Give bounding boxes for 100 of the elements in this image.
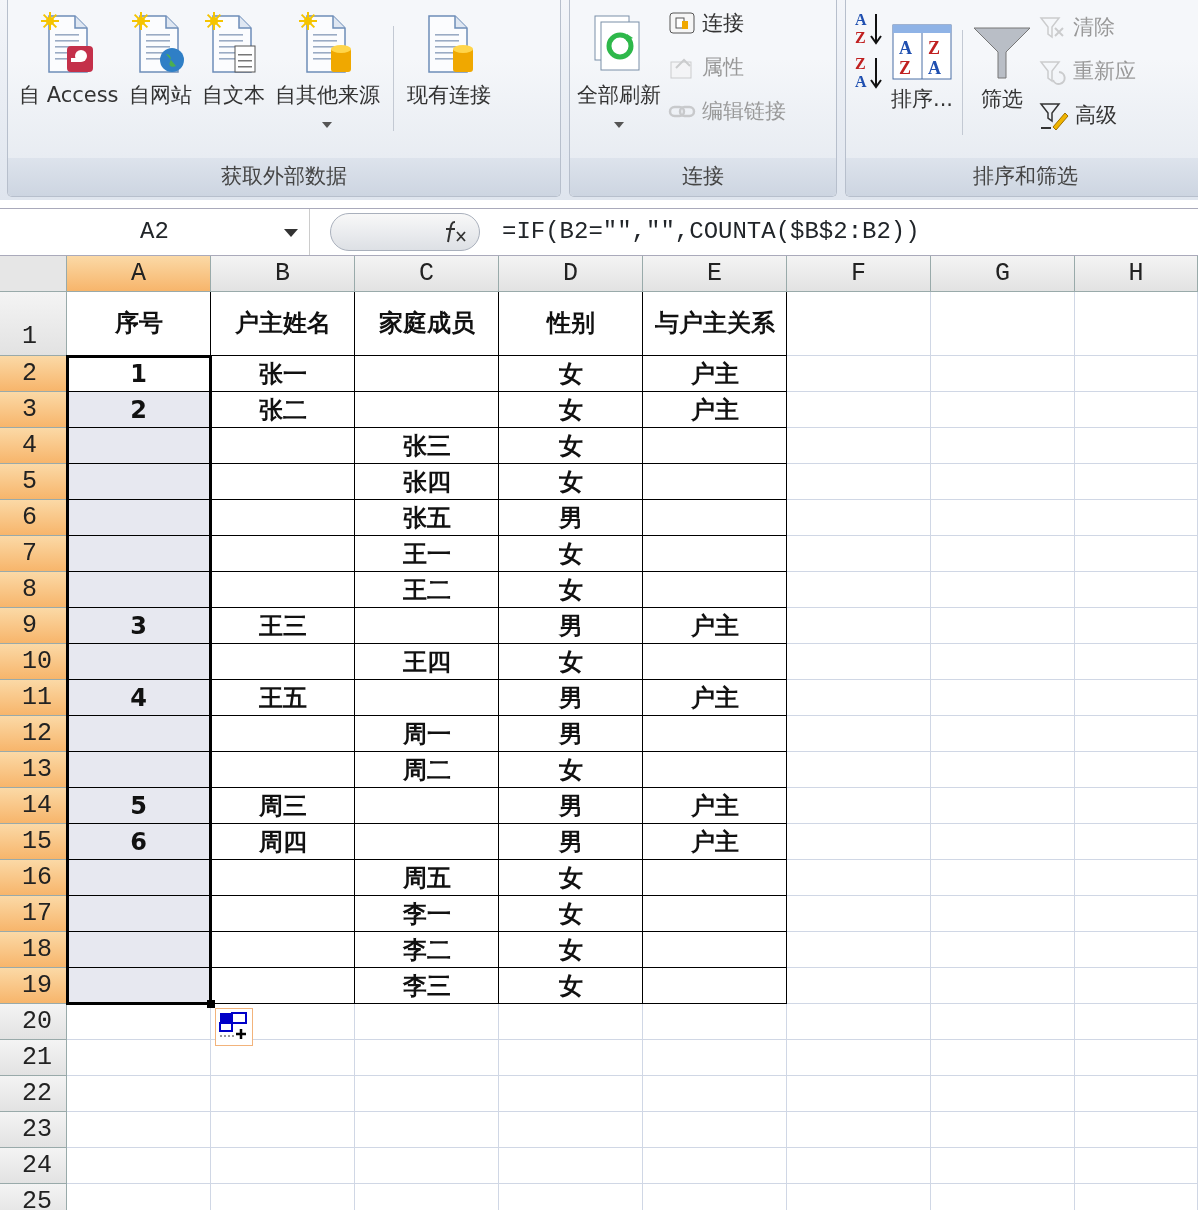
table-cell: 4 (67, 680, 211, 716)
table-cell: 张五 (355, 500, 499, 536)
column-header[interactable]: B (211, 256, 355, 292)
group-title: 连接 (570, 158, 836, 196)
row-header[interactable]: 8 (0, 572, 67, 608)
table-cell: 女 (499, 932, 643, 968)
table-cell: 男 (499, 788, 643, 824)
table-cell: 张三 (355, 428, 499, 464)
column-header[interactable]: A (67, 256, 211, 292)
table-cell: 周二 (355, 752, 499, 788)
sort-ascending-button[interactable]: A Z (854, 8, 884, 48)
row-header[interactable]: 6 (0, 500, 67, 536)
table-cell: 女 (499, 464, 643, 500)
row-header[interactable]: 22 (0, 1076, 67, 1112)
ribbon-button[interactable]: 现有连接 (403, 4, 494, 112)
table-cell: 6 (67, 824, 211, 860)
ribbon-button[interactable]: 自网站 (125, 4, 195, 112)
row-header[interactable]: 23 (0, 1112, 67, 1148)
table-cell: 王五 (211, 680, 355, 716)
table-cell: 女 (499, 968, 643, 1004)
row-header[interactable]: 9 (0, 608, 67, 644)
row-header[interactable]: 17 (0, 896, 67, 932)
table-cell: 周三 (211, 788, 355, 824)
row-header[interactable]: 24 (0, 1148, 67, 1184)
row-header[interactable]: 21 (0, 1040, 67, 1076)
table-cell: 男 (499, 716, 643, 752)
table-cell: 男 (499, 680, 643, 716)
table-cell: 女 (499, 536, 643, 572)
table-cell: 张二 (211, 392, 355, 428)
group-title: 排序和筛选 (846, 158, 1198, 196)
table-cell: 户主 (643, 680, 787, 716)
ribbon-button[interactable]: 自文本 (198, 4, 268, 112)
column-header[interactable]: H (1075, 256, 1198, 292)
ribbon-button[interactable]: 高级 (1039, 96, 1137, 136)
ribbon-button[interactable]: 全部刷新 (574, 4, 664, 133)
row-header[interactable]: 16 (0, 860, 67, 896)
table-cell: 张一 (211, 356, 355, 392)
row-header[interactable]: 15 (0, 824, 67, 860)
column-heading: 序号 (67, 292, 211, 356)
row-header[interactable]: 1 (0, 292, 67, 356)
column-heading: 家庭成员 (355, 292, 499, 356)
table-cell: 李二 (355, 932, 499, 968)
table-cell: 王四 (355, 644, 499, 680)
group-title: 获取外部数据 (8, 158, 560, 196)
table-cell: 女 (499, 572, 643, 608)
table-cell: 2 (67, 392, 211, 428)
table-cell: 周五 (355, 860, 499, 896)
ribbon-button[interactable]: 自 Access (16, 4, 122, 112)
table-cell: 女 (499, 356, 643, 392)
table-cell: 男 (499, 608, 643, 644)
table-cell: 王二 (355, 572, 499, 608)
table-cell: 户主 (643, 356, 787, 392)
table-cell: 5 (67, 788, 211, 824)
row-header[interactable]: 10 (0, 644, 67, 680)
table-cell: 男 (499, 824, 643, 860)
table-cell: 张四 (355, 464, 499, 500)
table-cell: 户主 (643, 608, 787, 644)
table-cell: 女 (499, 896, 643, 932)
row-header[interactable]: 18 (0, 932, 67, 968)
row-header[interactable]: 25 (0, 1184, 67, 1210)
row-header[interactable]: 4 (0, 428, 67, 464)
row-header[interactable]: 2 (0, 356, 67, 392)
row-header[interactable]: 11 (0, 680, 67, 716)
row-header[interactable]: 20 (0, 1004, 67, 1040)
table-cell: 女 (499, 644, 643, 680)
table-cell: 户主 (643, 392, 787, 428)
ribbon-button[interactable]: 筛选 (969, 8, 1036, 116)
row-header[interactable]: 13 (0, 752, 67, 788)
row-header[interactable]: 14 (0, 788, 67, 824)
table-cell: 王三 (211, 608, 355, 644)
table-cell: 周四 (211, 824, 355, 860)
table-cell: 李三 (355, 968, 499, 1004)
ribbon-button[interactable]: 连接 (668, 4, 786, 44)
table-cell: 周一 (355, 716, 499, 752)
table-cell: 户主 (643, 824, 787, 860)
sort-icon: A Z Z A (892, 24, 952, 80)
row-header[interactable]: 3 (0, 392, 67, 428)
column-header[interactable]: C (355, 256, 499, 292)
ribbon-button[interactable]: 自其他来源 (271, 4, 383, 133)
name-box[interactable]: A2 (0, 209, 310, 255)
ribbon-button[interactable]: A Z Z A 排序... (888, 8, 957, 116)
row-header[interactable]: 19 (0, 968, 67, 1004)
table-cell: 女 (499, 428, 643, 464)
row-header[interactable]: 12 (0, 716, 67, 752)
column-heading: 户主姓名 (211, 292, 355, 356)
row-header[interactable]: 7 (0, 536, 67, 572)
table-cell: 女 (499, 860, 643, 896)
column-header[interactable]: D (499, 256, 643, 292)
formula-field[interactable]: =IF(B2="","",COUNTA($B$2:B2)) (480, 214, 920, 250)
column-heading: 性别 (499, 292, 643, 356)
column-header[interactable]: F (787, 256, 931, 292)
table-cell: 男 (499, 500, 643, 536)
row-header[interactable]: 5 (0, 464, 67, 500)
column-header[interactable]: G (931, 256, 1075, 292)
column-heading: 与户主关系 (643, 292, 787, 356)
table-cell: 女 (499, 752, 643, 788)
table-cell: 户主 (643, 788, 787, 824)
table-cell: 李一 (355, 896, 499, 932)
sort-descending-button[interactable]: Z A (854, 52, 884, 92)
column-header[interactable]: E (643, 256, 787, 292)
